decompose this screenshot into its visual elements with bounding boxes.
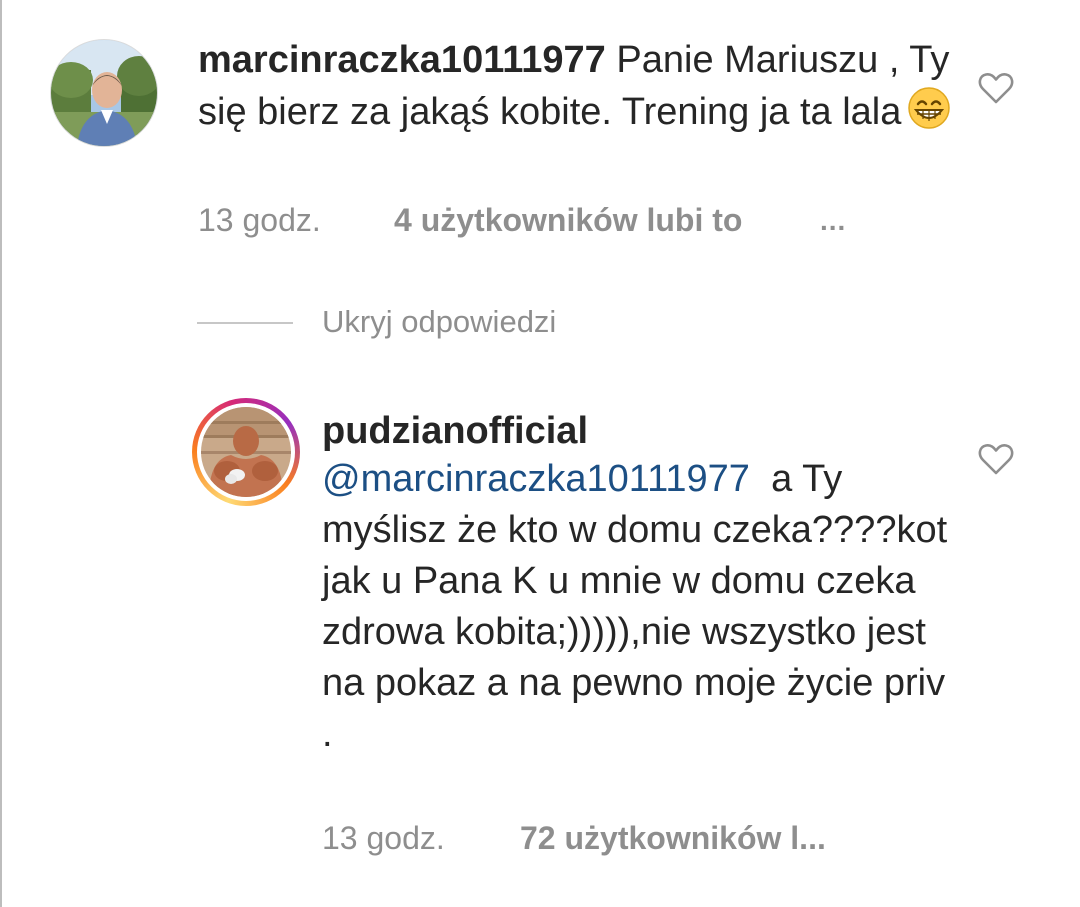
hide-replies-button[interactable]: Ukryj odpowiedzi (322, 302, 556, 342)
comment-timestamp: 13 godz. (198, 202, 321, 238)
avatar-pudzianofficial[interactable] (201, 407, 291, 497)
comment-body: marcinraczka10111977 Panie Mariuszu , Ty… (198, 35, 968, 144)
avatar-marcinraczka[interactable] (50, 39, 158, 147)
reply-timestamp: 13 godz. (322, 820, 445, 856)
avatar-pudzianofficial-story-ring[interactable] (192, 398, 300, 506)
reply-username[interactable]: pudzianofficial (322, 406, 588, 457)
reply-mention-link[interactable]: @marcinraczka10111977 (322, 458, 750, 500)
replies-divider-line (197, 322, 293, 324)
grinning-face-emoji-icon (907, 86, 951, 144)
comment-likes-count[interactable]: 4 użytkowników lubi to (394, 200, 742, 240)
reply-body: @marcinraczka10111977 a Ty myślisz że kt… (322, 454, 962, 760)
heart-outline-icon[interactable] (978, 442, 1014, 476)
more-dots-icon[interactable]: ... (820, 205, 846, 237)
reply-text: a Ty myślisz że kto w domu czeka????kot … (322, 458, 948, 755)
heart-outline-icon[interactable] (978, 71, 1014, 105)
left-edge-divider (0, 0, 2, 907)
comment-username[interactable]: marcinraczka10111977 (198, 39, 606, 81)
reply-likes-count[interactable]: 72 użytkowników l... (520, 818, 826, 858)
